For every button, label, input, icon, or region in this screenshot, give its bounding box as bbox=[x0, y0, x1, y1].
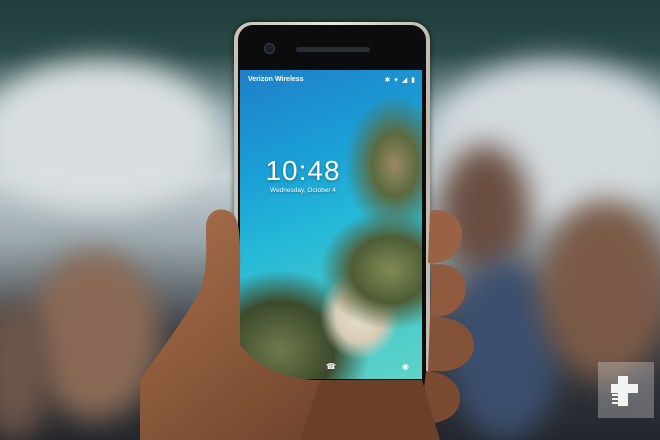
front-camera-icon bbox=[264, 43, 275, 54]
background-person-far-right bbox=[540, 200, 660, 380]
finger-1 bbox=[428, 210, 462, 263]
lock-clock: 10:48 bbox=[265, 155, 341, 186]
status-icons: ✱ ▾ ◢ ▮ bbox=[384, 77, 416, 84]
lock-date: Wednesday, October 4 bbox=[270, 187, 336, 194]
logo-stripes bbox=[612, 394, 622, 404]
background-light-blob bbox=[0, 60, 220, 210]
wrist bbox=[300, 380, 440, 440]
plus-logo-bar bbox=[611, 384, 638, 393]
status-bar: Verizon Wireless ✱ ▾ ◢ ▮ bbox=[240, 74, 422, 86]
earpiece-speaker bbox=[296, 47, 370, 52]
hand bbox=[140, 209, 474, 440]
finger-3 bbox=[428, 316, 474, 372]
finger-2 bbox=[430, 264, 466, 317]
carrier-label: Verizon Wireless bbox=[248, 76, 304, 83]
watermark-logo bbox=[598, 362, 654, 418]
